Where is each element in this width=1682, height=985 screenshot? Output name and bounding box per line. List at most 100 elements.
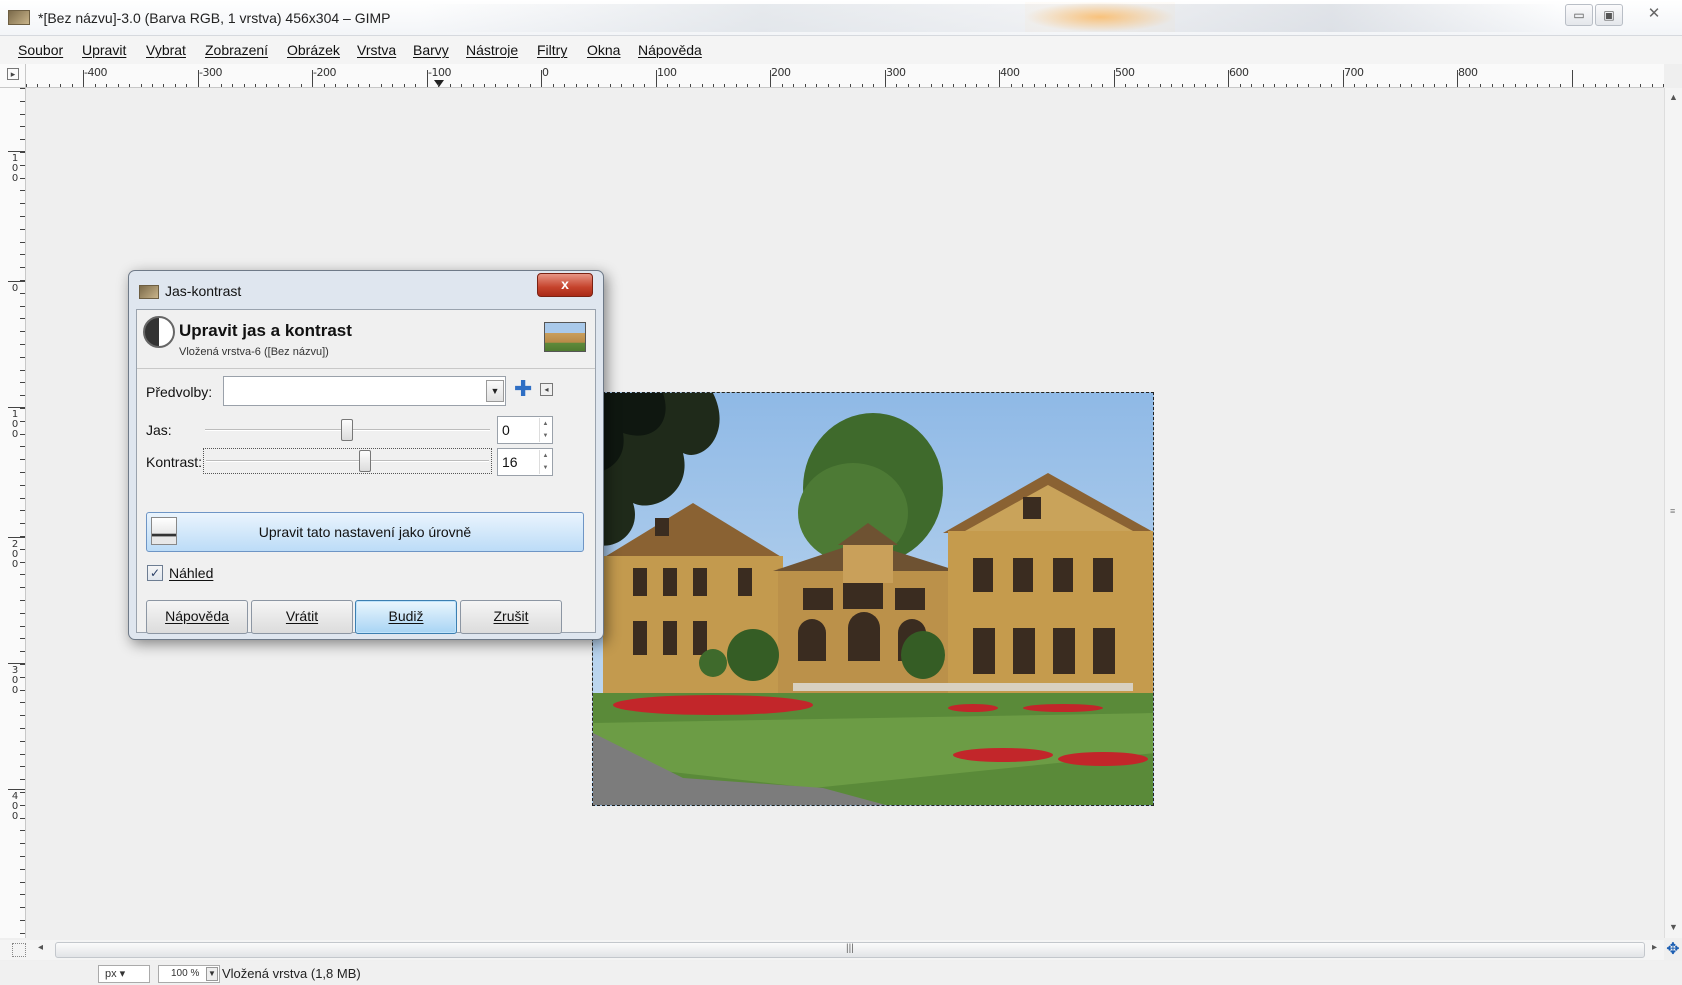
edit-as-levels-label: Upravit tato nastavení jako úrovně <box>258 524 472 540</box>
quick-mask-corner[interactable]: ▸ <box>0 64 26 88</box>
horizontal-scroll-thumb[interactable]: ||| <box>55 942 1645 958</box>
scroll-left-icon[interactable]: ◂ <box>38 942 43 953</box>
ruler-tick <box>8 537 25 538</box>
menu-arrow-icon[interactable]: ◂ <box>540 383 553 396</box>
ok-button[interactable]: Budiž <box>355 600 457 634</box>
help-button[interactable]: Nápověda <box>146 600 248 634</box>
cancel-button[interactable]: Zrušit <box>460 600 562 634</box>
gimp-window: *[Bez názvu]-3.0 (Barva RGB, 1 vrstva) 4… <box>0 0 1682 985</box>
ruler-tick <box>8 663 25 664</box>
contrast-slider[interactable] <box>203 448 492 474</box>
ruler-label: 600 <box>1229 66 1249 79</box>
arrow-icon: ▸ <box>7 68 19 80</box>
zoom-select[interactable]: 100 % ▼ <box>158 965 220 983</box>
ruler-label: 200 <box>771 66 791 79</box>
preview-label[interactable]: Náhled <box>169 565 213 581</box>
quick-mask-icon[interactable] <box>12 943 26 957</box>
blurred-taskbar-area <box>420 4 1560 32</box>
preview-checkbox[interactable]: ✓ <box>147 565 163 581</box>
presets-combobox[interactable]: ▼ <box>223 376 506 406</box>
menu-soubor[interactable]: Soubor <box>18 42 63 58</box>
ruler-label: -100 <box>428 66 451 79</box>
contrast-value: 16 <box>502 454 518 470</box>
menu-barvy[interactable]: Barvy <box>413 42 449 58</box>
menu-napoveda[interactable]: Nápověda <box>638 42 702 58</box>
ruler-label: 400 <box>1000 66 1020 79</box>
edit-as-levels-button[interactable]: Upravit tato nastavení jako úrovně <box>146 512 584 552</box>
unit-select[interactable]: px ▾ <box>98 965 150 983</box>
menu-vrstva[interactable]: Vrstva <box>357 42 396 58</box>
ruler-label: 800 <box>1458 66 1478 79</box>
divider <box>137 368 595 369</box>
scroll-right-icon[interactable]: ▸ <box>1652 942 1657 953</box>
navigate-icon[interactable]: ✥ <box>1665 942 1681 958</box>
menu-obrazek[interactable]: Obrázek <box>287 42 340 58</box>
brightness-slider-handle[interactable] <box>341 419 353 441</box>
ruler-label: -300 <box>199 66 222 79</box>
contrast-label: Kontrast: <box>146 454 203 470</box>
ruler-tick <box>8 407 25 408</box>
horizontal-scrollbar[interactable]: ◂ ||| ▸ <box>0 940 1664 960</box>
scroll-up-icon[interactable]: ▲ <box>1669 92 1678 102</box>
plus-icon[interactable]: ✚ <box>514 378 532 400</box>
brightness-contrast-icon <box>143 316 175 348</box>
spin-arrows-icon[interactable]: ▲ ▼ <box>539 450 551 474</box>
menu-nastroje[interactable]: Nástroje <box>466 42 518 58</box>
contrast-slider-handle[interactable] <box>359 450 371 472</box>
close-button[interactable]: ✕ <box>1640 4 1668 26</box>
ruler-label: 200 <box>11 539 19 570</box>
gimp-icon <box>139 285 159 299</box>
gimp-icon <box>8 10 30 25</box>
reset-button[interactable]: Vrátit <box>251 600 353 634</box>
vertical-ruler[interactable]: 100 0 100 200 300 400 <box>0 88 26 938</box>
contrast-spinbox[interactable]: 16 ▲ ▼ <box>497 448 553 476</box>
horizontal-ruler[interactable]: -400 -300 -200 -100 0 100 200 300 400 500 600 700 80… <box>26 64 1664 88</box>
presets-label: Předvolby: <box>146 384 213 400</box>
layer-thumbnail <box>544 322 586 352</box>
contrast-slider-track <box>206 460 489 462</box>
ruler-label: -400 <box>84 66 107 79</box>
menu-zobrazeni[interactable]: Zobrazení <box>205 42 268 58</box>
chateau-photo <box>593 393 1153 805</box>
brightness-spinbox[interactable]: 0 ▲ ▼ <box>497 416 553 444</box>
ruler-tick <box>1572 70 1573 87</box>
ruler-label: -200 <box>313 66 336 79</box>
ruler-label: 100 <box>11 153 19 184</box>
status-bar: px ▾ 100 % ▼ Vložená vrstva (1,8 MB) <box>0 961 1682 985</box>
maximize-button[interactable]: ▣ <box>1595 4 1623 26</box>
unit-value: px <box>105 968 117 980</box>
pointer-marker-icon <box>434 80 444 87</box>
scroll-down-icon[interactable]: ▼ <box>1669 922 1678 932</box>
ruler-label: 500 <box>1115 66 1135 79</box>
vertical-scrollbar[interactable]: ▲ ≡ ▼ <box>1664 88 1682 938</box>
blurred-highlight <box>1025 2 1175 32</box>
dialog-header-subtitle: Vložená vrstva-6 ([Bez názvu]) <box>179 346 329 358</box>
ruler-label: 100 <box>11 409 19 440</box>
ruler-tick <box>8 789 25 790</box>
brightness-value: 0 <box>502 422 510 438</box>
spin-arrows-icon[interactable]: ▲ ▼ <box>539 418 551 442</box>
ruler-label: 300 <box>886 66 906 79</box>
menu-upravit[interactable]: Upravit <box>82 42 126 58</box>
dialog-header-title: Upravit jas a kontrast <box>179 321 352 340</box>
menu-vybrat[interactable]: Vybrat <box>146 42 186 58</box>
ruler-label: 0 <box>11 283 19 294</box>
dialog-close-button[interactable]: x <box>537 273 593 297</box>
scroll-grip-icon: ||| <box>846 943 854 954</box>
menu-okna[interactable]: Okna <box>587 42 620 58</box>
window-title: *[Bez názvu]-3.0 (Barva RGB, 1 vrstva) 4… <box>38 10 391 26</box>
brightness-label: Jas: <box>146 422 172 438</box>
ruler-label: 400 <box>11 791 19 822</box>
ruler-tick <box>8 151 25 152</box>
image-layer[interactable] <box>592 392 1154 806</box>
ruler-label: 700 <box>1344 66 1364 79</box>
brightness-contrast-dialog: Jas-kontrast x Upravit jas a kontrast Vl… <box>128 270 604 640</box>
ruler-label: 0 <box>542 66 549 79</box>
scroll-grip-icon: ≡ <box>1670 506 1676 516</box>
menu-filtry[interactable]: Filtry <box>537 42 567 58</box>
ruler-label: 300 <box>11 665 19 696</box>
chevron-down-icon[interactable]: ▼ <box>486 380 504 402</box>
minimize-button[interactable]: ▭ <box>1565 4 1593 26</box>
status-message: Vložená vrstva (1,8 MB) <box>222 966 361 981</box>
chevron-down-icon[interactable]: ▼ <box>206 967 218 981</box>
